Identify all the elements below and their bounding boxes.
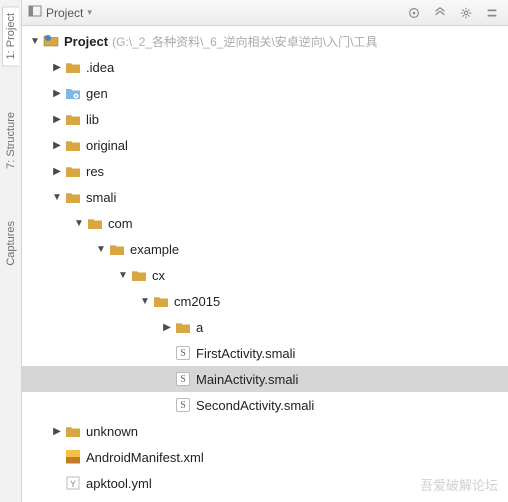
- expand-icon[interactable]: ▶: [50, 88, 64, 99]
- expand-icon[interactable]: ▶: [50, 166, 64, 177]
- folder-icon: [152, 294, 170, 308]
- folder-icon: [64, 164, 82, 178]
- tree-node-label: .idea: [86, 60, 114, 75]
- tree-node[interactable]: S MainActivity.smali: [22, 366, 508, 392]
- sidebar-tab-label: 7: Structure: [5, 112, 17, 169]
- tree-node-label: apktool.yml: [86, 476, 152, 491]
- sidebar: 1: Project 7: Structure Captures: [0, 0, 22, 502]
- collapse-icon[interactable]: ▼: [94, 244, 108, 255]
- project-tree: ▼ Project (G:\_2_各种资料\_6_逆向相关\安卓逆向\入门\工具 ▶.…: [22, 26, 508, 502]
- tree-node[interactable]: ▼ example: [22, 236, 508, 262]
- tree-node-label: FirstActivity.smali: [196, 346, 295, 361]
- svg-text:Y: Y: [70, 479, 76, 489]
- toolbar-title[interactable]: Project ▾: [28, 4, 398, 21]
- collapse-icon[interactable]: ▼: [138, 296, 152, 307]
- tree-node[interactable]: AndroidManifest.xml: [22, 444, 508, 470]
- tree-node[interactable]: S SecondActivity.smali: [22, 392, 508, 418]
- folder-icon: [64, 424, 82, 438]
- tree-node[interactable]: ▶ lib: [22, 106, 508, 132]
- project-name: Project: [64, 34, 108, 49]
- toolbar: Project ▾: [22, 0, 508, 26]
- smali-icon: S: [174, 398, 192, 412]
- tree-node-label: com: [108, 216, 133, 231]
- collapse-icon[interactable]: ▼: [72, 218, 86, 229]
- tree-node-label: gen: [86, 86, 108, 101]
- expand-icon[interactable]: ▼: [28, 36, 42, 47]
- folder-icon: [130, 268, 148, 282]
- expand-icon[interactable]: ▶: [50, 114, 64, 125]
- sidebar-tab-project[interactable]: 1: Project: [2, 6, 19, 66]
- folder-icon: [86, 216, 104, 230]
- collapse-icon[interactable]: ▼: [50, 192, 64, 203]
- folder-icon: [64, 190, 82, 204]
- sidebar-tab-label: 1: Project: [5, 13, 17, 59]
- expand-icon[interactable]: ▶: [50, 140, 64, 151]
- collapse-all-button[interactable]: [430, 3, 450, 23]
- gen-folder-icon: [64, 86, 82, 100]
- expand-icon[interactable]: ▶: [50, 62, 64, 73]
- sidebar-tab-captures[interactable]: Captures: [3, 215, 19, 272]
- tree-node[interactable]: ▼ com: [22, 210, 508, 236]
- scroll-to-source-button[interactable]: [404, 3, 424, 23]
- collapse-icon[interactable]: ▼: [116, 270, 130, 281]
- tree-node[interactable]: ▼ smali: [22, 184, 508, 210]
- tree-node[interactable]: ▶ .idea: [22, 54, 508, 80]
- tree-node[interactable]: ▶ res: [22, 158, 508, 184]
- tree-node-label: AndroidManifest.xml: [86, 450, 204, 465]
- sidebar-tab-structure[interactable]: 7: Structure: [3, 106, 19, 175]
- dropdown-arrow-icon: ▾: [87, 7, 92, 18]
- folder-icon: [174, 320, 192, 334]
- xml-icon: [64, 450, 82, 464]
- tree-node-label: MainActivity.smali: [196, 372, 298, 387]
- main-area: Project ▾ ▼ Project (G:\_2_各种资料\_6_逆向相关\安卓…: [22, 0, 508, 502]
- toolbar-title-text: Project: [46, 6, 83, 20]
- project-panel-icon: [28, 4, 42, 21]
- tree-node-label: example: [130, 242, 179, 257]
- tree-node[interactable]: ▶ gen: [22, 80, 508, 106]
- folder-icon: [108, 242, 126, 256]
- folder-icon: [64, 138, 82, 152]
- tree-node-label: lib: [86, 112, 99, 127]
- tree-node[interactable]: ▶ original: [22, 132, 508, 158]
- settings-button[interactable]: [456, 3, 476, 23]
- folder-icon: [64, 112, 82, 126]
- tree-node-label: res: [86, 164, 104, 179]
- tree-node-label: cx: [152, 268, 165, 283]
- tree-node[interactable]: ▶a: [22, 314, 508, 340]
- expand-icon[interactable]: ▶: [160, 322, 174, 333]
- yml-icon: Y: [64, 476, 82, 490]
- tree-node[interactable]: S FirstActivity.smali: [22, 340, 508, 366]
- expand-icon[interactable]: ▶: [50, 426, 64, 437]
- tree-node-label: original: [86, 138, 128, 153]
- smali-icon: S: [174, 346, 192, 360]
- tree-node-label: cm2015: [174, 294, 220, 309]
- project-path: (G:\_2_各种资料\_6_逆向相关\安卓逆向\入门\工具: [112, 33, 377, 50]
- tree-root[interactable]: ▼ Project (G:\_2_各种资料\_6_逆向相关\安卓逆向\入门\工具: [22, 28, 508, 54]
- tree-node-label: unknown: [86, 424, 138, 439]
- tree-node[interactable]: ▼ cx: [22, 262, 508, 288]
- sidebar-tab-label: Captures: [5, 221, 17, 266]
- smali-icon: S: [174, 372, 192, 386]
- tree-node[interactable]: ▼ cm2015: [22, 288, 508, 314]
- hide-button[interactable]: [482, 3, 502, 23]
- module-folder-icon: [42, 33, 60, 50]
- folder-icon: [64, 60, 82, 74]
- tree-node-label: smali: [86, 190, 116, 205]
- tree-node-label: a: [196, 320, 203, 335]
- tree-node[interactable]: Yapktool.yml: [22, 470, 508, 496]
- tree-node[interactable]: ▶ unknown: [22, 418, 508, 444]
- tree-node-label: SecondActivity.smali: [196, 398, 314, 413]
